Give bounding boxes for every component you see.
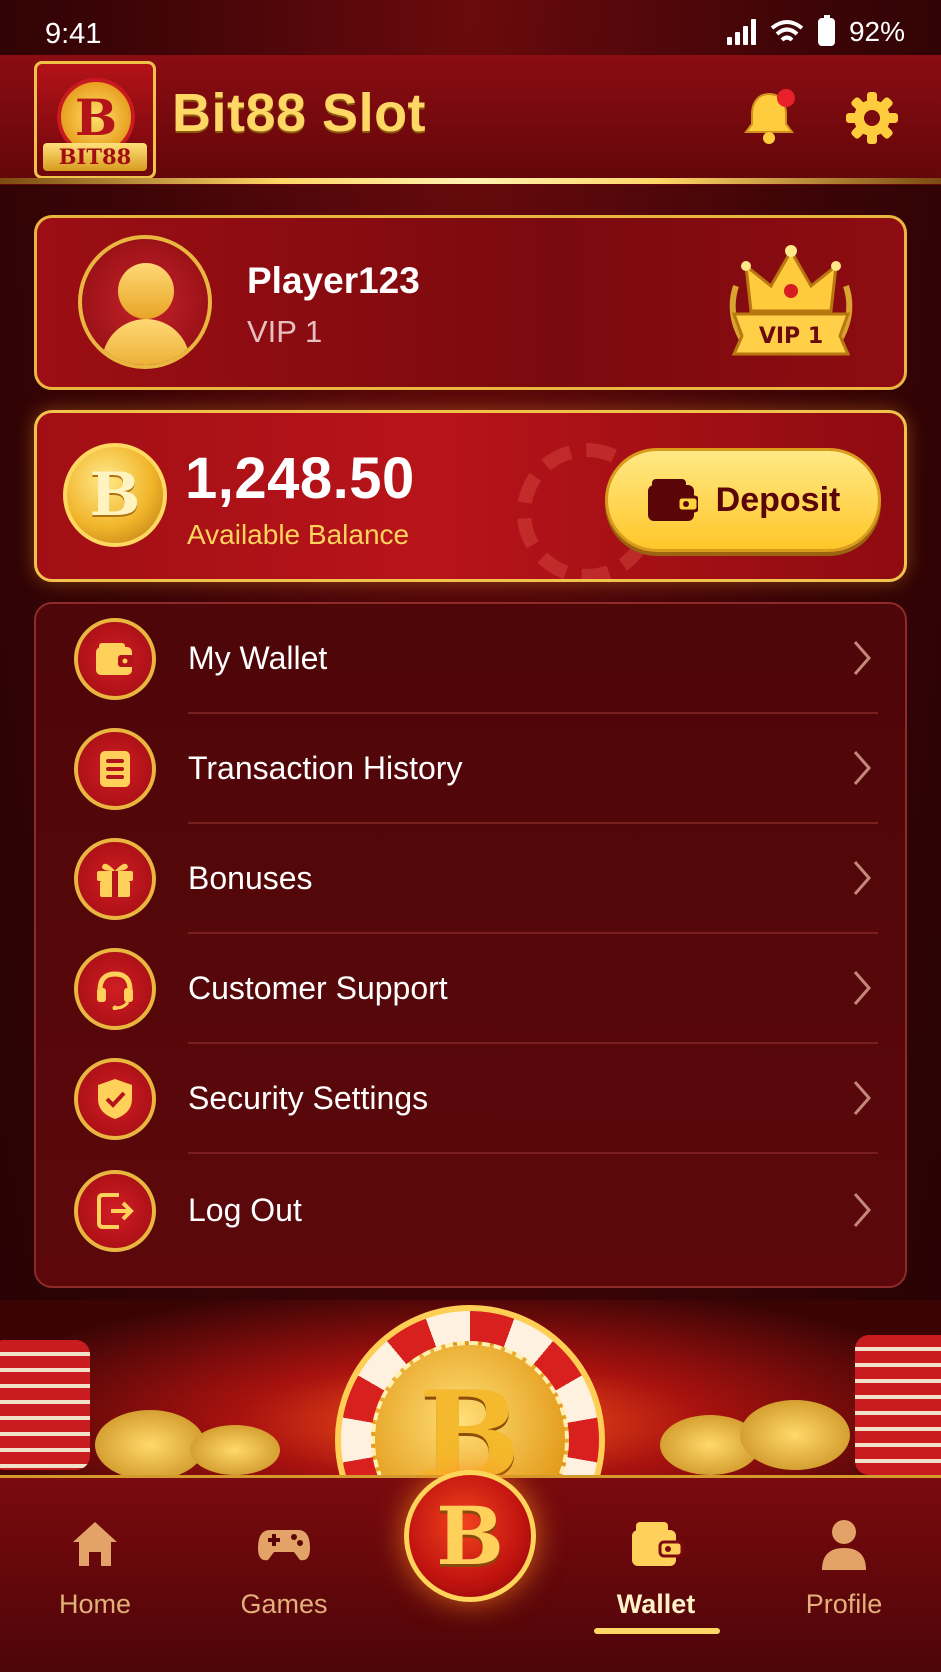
- header-divider: [0, 178, 941, 184]
- app-logo[interactable]: B BIT88: [34, 61, 156, 179]
- shield-check-icon: [98, 1079, 132, 1119]
- active-tab-indicator: [594, 1628, 720, 1634]
- divider: [188, 1152, 878, 1154]
- menu-item-label: My Wallet: [188, 640, 328, 676]
- coin-pile: [740, 1400, 850, 1470]
- username: Player123: [247, 260, 420, 301]
- nav-home[interactable]: Home: [20, 1516, 170, 1636]
- headset-icon: [97, 971, 133, 1010]
- status-bar: 9:41 92%: [0, 0, 941, 60]
- logo-text: BIT88: [43, 143, 147, 171]
- vip-badge-text: VIP 1: [759, 324, 823, 349]
- coin-pile: [95, 1410, 205, 1475]
- decorative-banner: B: [0, 1300, 941, 1475]
- nav-profile[interactable]: Profile: [769, 1516, 919, 1636]
- vip-level: VIP 1: [247, 314, 323, 349]
- chevron-right-icon: [853, 971, 871, 1005]
- balance-card: B 1,248.50 Available Balance Deposit: [34, 410, 907, 582]
- center-bitcoin-button[interactable]: B: [404, 1470, 536, 1602]
- home-icon: [73, 1522, 117, 1566]
- nav-label: Home: [58, 1589, 132, 1619]
- status-icons: 92%: [726, 15, 905, 48]
- battery-percentage: 92%: [848, 16, 905, 47]
- chevron-right-icon: [853, 751, 871, 785]
- person-icon: [822, 1520, 866, 1570]
- chip-stack: [0, 1340, 90, 1470]
- coin-pile: [190, 1425, 280, 1475]
- menu-item-transaction-history[interactable]: Transaction History: [36, 714, 909, 824]
- battery-icon: [817, 15, 835, 46]
- menu-item-label: Security Settings: [188, 1080, 429, 1116]
- logout-icon: [97, 1193, 134, 1229]
- avatar-body: [102, 319, 190, 365]
- nav-label: Profile: [805, 1589, 883, 1619]
- balance-label: Available Balance: [187, 519, 410, 550]
- menu-item-my-wallet[interactable]: My Wallet: [36, 604, 909, 714]
- bitcoin-coin-icon: B: [63, 443, 167, 547]
- nav-games[interactable]: Games: [209, 1516, 359, 1636]
- casino-chip-icon: B: [335, 1305, 605, 1475]
- menu-item-log-out[interactable]: Log Out: [36, 1156, 909, 1266]
- settings-gear-icon[interactable]: [844, 90, 900, 146]
- nav-label: Games: [240, 1589, 328, 1619]
- chevron-right-icon: [853, 1193, 871, 1227]
- notification-dot: [777, 89, 795, 107]
- wifi-icon: [770, 20, 804, 42]
- chevron-right-icon: [853, 641, 871, 675]
- cellular-signal-icon: [726, 19, 756, 45]
- gamepad-icon: [258, 1530, 310, 1561]
- menu-item-label: Bonuses: [188, 860, 313, 896]
- chevron-right-icon: [853, 1081, 871, 1115]
- document-icon: [100, 751, 130, 787]
- menu-list: My Wallet Transaction History Bonuses Cu…: [34, 602, 907, 1288]
- notification-bell-icon[interactable]: [742, 88, 796, 146]
- wallet-icon: [647, 479, 698, 521]
- avatar[interactable]: [78, 235, 212, 369]
- deposit-label: Deposit: [715, 480, 841, 519]
- profile-card[interactable]: Player123 VIP 1 VIP 1: [34, 215, 907, 390]
- status-time: 9:41: [45, 18, 102, 50]
- wallet-icon: [96, 643, 134, 675]
- deposit-button[interactable]: Deposit: [605, 448, 881, 552]
- menu-item-label: Log Out: [188, 1192, 302, 1228]
- chevron-right-icon: [853, 861, 871, 895]
- nav-label: Wallet: [616, 1589, 696, 1619]
- chip-stack: [855, 1335, 941, 1475]
- gift-icon: [97, 863, 133, 897]
- app-title: Bit88 Slot: [172, 83, 427, 143]
- menu-item-label: Customer Support: [188, 970, 448, 1006]
- nav-wallet[interactable]: Wallet: [581, 1516, 731, 1636]
- menu-item-security-settings[interactable]: Security Settings: [36, 1044, 909, 1154]
- bitcoin-symbol: B: [371, 1341, 569, 1475]
- balance-amount: 1,248.50: [185, 446, 415, 511]
- menu-item-bonuses[interactable]: Bonuses: [36, 824, 909, 934]
- avatar-head: [118, 263, 174, 319]
- wallet-icon: [632, 1522, 684, 1566]
- menu-item-customer-support[interactable]: Customer Support: [36, 934, 909, 1044]
- vip-crown-badge-icon: VIP 1: [729, 245, 853, 356]
- menu-item-label: Transaction History: [188, 750, 463, 786]
